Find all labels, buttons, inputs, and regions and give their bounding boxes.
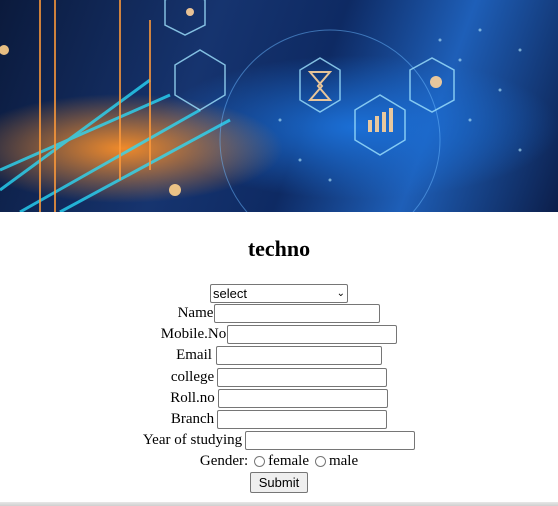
- submit-button[interactable]: Submit: [249, 472, 309, 493]
- female-label: female: [268, 453, 309, 469]
- year-input[interactable]: [245, 431, 416, 450]
- name-input[interactable]: [214, 304, 381, 323]
- mobile-input[interactable]: [227, 325, 398, 344]
- college-input[interactable]: [217, 368, 388, 387]
- select-row: select ⌄: [0, 284, 558, 303]
- name-row: Name: [0, 304, 558, 323]
- banner-image: [0, 0, 558, 212]
- email-row: Email: [0, 346, 558, 365]
- college-label: college: [170, 369, 215, 385]
- mobile-row: Mobile.No: [0, 325, 558, 344]
- male-radio[interactable]: [314, 456, 326, 467]
- chevron-down-icon: ⌄: [336, 288, 345, 299]
- gender-label: Gender:: [199, 453, 249, 469]
- rollno-label: Roll.no: [170, 390, 215, 406]
- category-select[interactable]: select ⌄: [210, 284, 348, 303]
- select-value: select: [213, 286, 247, 301]
- bottom-edge: [0, 502, 558, 506]
- female-radio[interactable]: [254, 456, 266, 467]
- year-label: Year of studying: [142, 432, 243, 448]
- male-label: male: [328, 453, 359, 469]
- branch-input[interactable]: [217, 410, 388, 429]
- branch-label: Branch: [170, 411, 215, 427]
- rollno-input[interactable]: [217, 389, 388, 408]
- submit-row: Submit: [0, 472, 558, 493]
- page-title: techno: [247, 236, 311, 261]
- year-row: Year of studying: [0, 431, 558, 450]
- technology-network-banner-icon: [0, 0, 522, 212]
- name-label: Name: [177, 305, 214, 321]
- mobile-label: Mobile.No: [160, 326, 227, 342]
- rollno-row: Roll.no: [0, 389, 558, 408]
- email-input[interactable]: [215, 346, 382, 365]
- branch-row: Branch: [0, 410, 558, 429]
- gender-row: Gender: female male: [0, 453, 558, 470]
- email-label: Email: [176, 347, 212, 363]
- college-row: college: [0, 368, 558, 387]
